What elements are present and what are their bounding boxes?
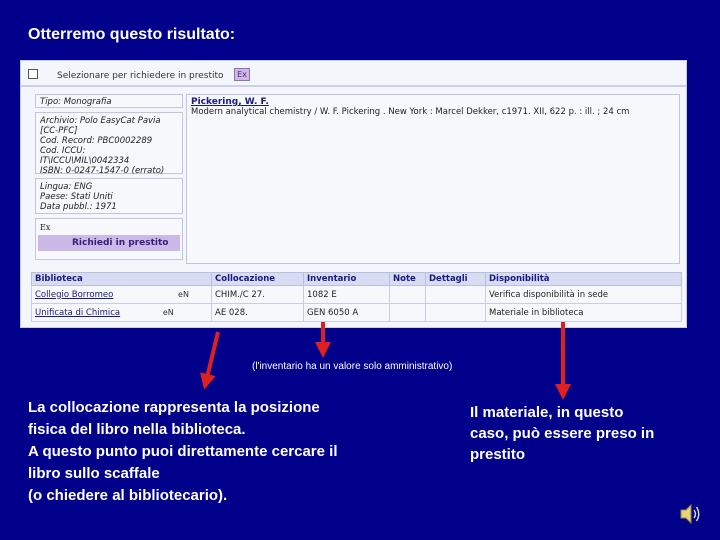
- ex-icon: Ex: [40, 223, 51, 232]
- selection-bar: Selezionare per richiedere in prestito E…: [21, 61, 686, 87]
- author-link[interactable]: Pickering, W. F.: [191, 97, 675, 107]
- library-link[interactable]: Unificata di Chimica: [35, 308, 120, 318]
- record-type: Tipo: Monografia: [40, 97, 112, 107]
- collocazione-explanation: La collocazione rappresenta la posizione…: [28, 397, 428, 507]
- caption-line: libro sullo scaffale: [28, 465, 160, 482]
- table-row: Collegio Borromeo eN CHIM./C 27. 1082 E …: [31, 285, 682, 304]
- citation-text: Modern analytical chemistry / W. F. Pick…: [191, 107, 630, 117]
- cell-collocazione: CHIM./C 27.: [211, 285, 304, 304]
- cell-disponibilita: Verifica disponibilità in sede: [485, 285, 682, 304]
- col-note: Note: [389, 272, 426, 286]
- archive-line: IT\ICCU\MIL\0042334: [40, 156, 130, 166]
- request-loan-label: Richiedi in prestito: [72, 238, 169, 248]
- slide-title: Otterremo questo risultato:: [28, 26, 236, 43]
- col-dettagli: Dettagli: [425, 272, 486, 286]
- archive-line: Cod. Record: PBC0002289: [40, 136, 153, 146]
- cell-disponibilita: Materiale in biblioteca: [485, 303, 682, 322]
- ebook-icon[interactable]: eN: [178, 290, 189, 299]
- request-box: Ex Richiedi in prestito: [35, 218, 183, 260]
- archive-line: Archivio: Polo EasyCat Pavia: [40, 116, 161, 126]
- request-loan-button[interactable]: Richiedi in prestito: [38, 235, 180, 251]
- col-collocazione: Collocazione: [211, 272, 304, 286]
- caption-line: A questo punto puoi direttamente cercare…: [28, 443, 338, 460]
- cell-dettagli: [425, 303, 486, 322]
- archive-box: Archivio: Polo EasyCat Pavia [CC-PFC] Co…: [35, 112, 183, 176]
- availability-explanation: Il materiale, in questo caso, può essere…: [470, 402, 710, 465]
- ebook-icon[interactable]: eN: [163, 308, 174, 317]
- cell-note: [389, 285, 426, 304]
- caption-line: prestito: [470, 446, 526, 463]
- language-line: Lingua: ENG: [40, 182, 93, 192]
- select-label: Selezionare per richiedere in prestito: [57, 71, 224, 81]
- export-icon[interactable]: Ex: [234, 68, 250, 81]
- cell-biblioteca: Collegio Borromeo eN: [31, 285, 212, 304]
- col-biblioteca: Biblioteca: [31, 272, 212, 286]
- language-line: Paese: Stati Uniti: [40, 192, 113, 202]
- language-line: Data pubbl.: 1971: [40, 202, 117, 212]
- language-box: Lingua: ENG Paese: Stati Uniti Data pubb…: [35, 178, 183, 214]
- holdings-table: Biblioteca Collocazione Inventario Note …: [31, 272, 682, 322]
- cell-collocazione: AE 028.: [211, 303, 304, 322]
- cell-biblioteca: Unificata di Chimica eN: [31, 303, 212, 322]
- caption-line: La collocazione rappresenta la posizione: [28, 399, 320, 416]
- cell-note: [389, 303, 426, 322]
- caption-line: caso, può essere preso in: [470, 425, 655, 442]
- table-row: Unificata di Chimica eN AE 028. GEN 6050…: [31, 303, 682, 322]
- inventory-note: (l'inventario ha un valore solo amminist…: [252, 361, 453, 372]
- archive-line: [CC-PFC]: [40, 126, 78, 136]
- library-link[interactable]: Collegio Borromeo: [35, 290, 113, 300]
- record-type-box: Tipo: Monografia: [35, 94, 183, 108]
- caption-line: fisica del libro nella biblioteca.: [28, 421, 246, 438]
- col-inventario: Inventario: [303, 272, 390, 286]
- cell-dettagli: [425, 285, 486, 304]
- caption-line: Il materiale, in questo: [470, 404, 624, 421]
- cell-inventario: GEN 6050 A: [303, 303, 390, 322]
- opac-screenshot: Selezionare per richiedere in prestito E…: [20, 60, 687, 328]
- record-info-panel: Tipo: Monografia Archivio: Polo EasyCat …: [35, 94, 183, 260]
- caption-line: (o chiedere al bibliotecario).: [28, 487, 228, 504]
- arrow-collocazione: [200, 331, 220, 390]
- archive-line: Cod. ICCU:: [40, 146, 86, 156]
- holdings-header-row: Biblioteca Collocazione Inventario Note …: [31, 272, 682, 286]
- cell-inventario: 1082 E: [303, 285, 390, 304]
- archive-line: ISBN: 0-0247-1547-0 (errato): [40, 166, 165, 176]
- select-checkbox[interactable]: [28, 69, 38, 79]
- citation-panel: Pickering, W. F. Modern analytical chemi…: [186, 94, 680, 264]
- speaker-icon[interactable]: [678, 502, 704, 526]
- col-disponibilita: Disponibilità: [485, 272, 682, 286]
